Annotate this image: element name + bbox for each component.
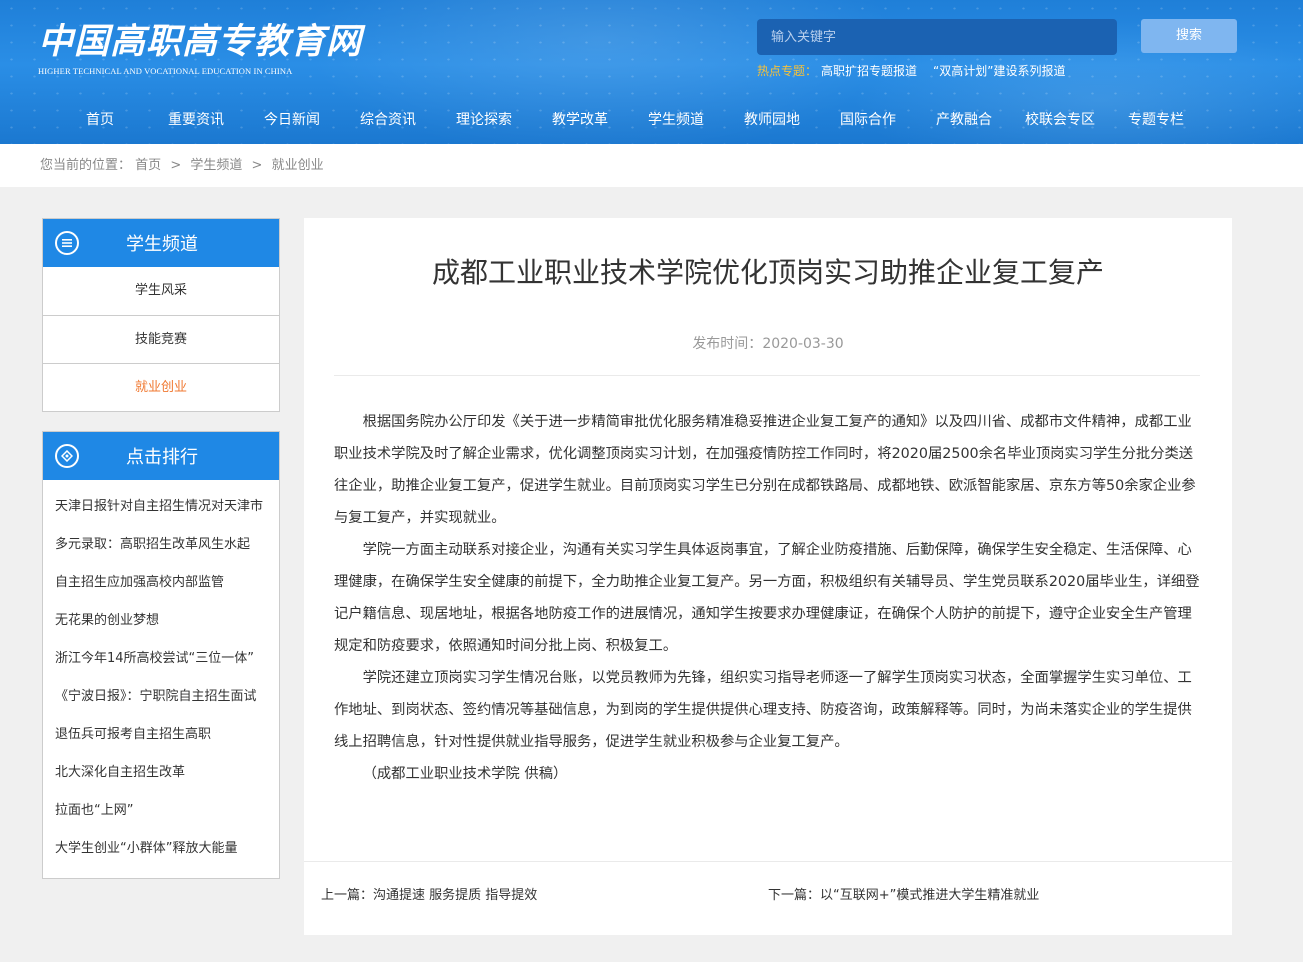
channel-panel-header: 学生频道	[43, 219, 279, 267]
ranking-item[interactable]: 北大深化自主招生改革	[43, 754, 265, 792]
nav-item-teachers[interactable]: 教师园地	[724, 104, 820, 136]
nav-item-important-news[interactable]: 重要资讯	[148, 104, 244, 136]
ranking-item[interactable]: 退伍兵可报考自主招生高职	[43, 716, 265, 754]
nav-item-theory[interactable]: 理论探索	[436, 104, 532, 136]
ranking-item[interactable]: 浙江今年14所高校尝试“三位一体”	[43, 640, 265, 678]
prev-article: 上一篇：沟通提速 服务提质 指导提效	[321, 884, 537, 903]
breadcrumb: 您当前的位置： 首页 > 学生频道 > 就业创业	[40, 144, 324, 187]
publish-date: 2020-03-30	[762, 336, 844, 352]
nav-item-industry[interactable]: 产教融合	[916, 104, 1012, 136]
article-panel: 成都工业职业技术学院优化顶岗实习助推企业复工复产 发布时间：2020-03-30…	[304, 218, 1232, 935]
ranking-item[interactable]: 拉面也“上网”	[43, 792, 265, 830]
nav-item-general-news[interactable]: 综合资讯	[340, 104, 436, 136]
ranking-panel-title: 点击排行	[126, 447, 198, 468]
search-button[interactable]: 搜索	[1141, 19, 1237, 53]
nav-item-international[interactable]: 国际合作	[820, 104, 916, 136]
search-input[interactable]	[757, 19, 1117, 55]
nav-item-today-news[interactable]: 今日新闻	[244, 104, 340, 136]
ranking-item[interactable]: 天津日报针对自主招生情况对天津市	[43, 488, 265, 526]
breadcrumb-separator: >	[251, 158, 263, 173]
main-nav: 首页 重要资讯 今日新闻 综合资讯 理论探索 教学改革 学生频道 教师园地 国际…	[52, 104, 1204, 136]
nav-item-students[interactable]: 学生频道	[628, 104, 724, 136]
logo-english: HIGHER TECHNICAL AND VOCATIONAL EDUCATIO…	[38, 66, 293, 76]
hot-topic-link[interactable]: 高职扩招专题报道	[821, 64, 917, 78]
channel-item-skills-competition[interactable]: 技能竞赛	[43, 315, 279, 363]
hot-topics: 热点专题： 高职扩招专题报道 “双高计划”建设系列报道	[757, 62, 1065, 79]
article-source: （成都工业职业技术学院 供稿）	[362, 766, 568, 782]
breadcrumb-separator: >	[170, 158, 182, 173]
ranking-item[interactable]: 《宁波日报》：宁职院自主招生面试	[43, 678, 265, 716]
channel-panel-title: 学生频道	[126, 234, 198, 255]
article-paragraph: 根据国务院办公厅印发《关于进一步精简审批优化服务精准稳妥推进企业复工复产的通知》…	[334, 414, 1196, 526]
prev-article-label: 上一篇：	[321, 888, 374, 903]
article-body: 根据国务院办公厅印发《关于进一步精简审批优化服务精准稳妥推进企业复工复产的通知》…	[334, 406, 1204, 790]
channel-item-student-style[interactable]: 学生风采	[43, 267, 279, 315]
ranking-list: 天津日报针对自主招生情况对天津市 多元录取：高职招生改革风生水起 自主招生应加强…	[43, 480, 279, 878]
divider	[304, 861, 1232, 862]
breadcrumb-prefix: 您当前的位置：	[40, 158, 132, 173]
hot-topic-link[interactable]: “双高计划”建设系列报道	[933, 64, 1065, 78]
ranking-panel-header: 点击排行	[43, 432, 279, 480]
search-box	[757, 19, 1117, 55]
ranking-item[interactable]: 无花果的创业梦想	[43, 602, 265, 640]
next-article-label: 下一篇：	[768, 888, 821, 903]
breadcrumb-link[interactable]: 学生频道	[190, 158, 242, 173]
prev-article-link[interactable]: 沟通提速 服务提质 指导提效	[373, 888, 537, 903]
site-header: 中国高职高专教育网 HIGHER TECHNICAL AND VOCATIONA…	[0, 0, 1303, 144]
article-meta: 发布时间：2020-03-30	[304, 333, 1232, 353]
breadcrumb-link[interactable]: 首页	[135, 158, 161, 173]
divider	[334, 375, 1200, 376]
article-title: 成都工业职业技术学院优化顶岗实习助推企业复工复产	[431, 256, 1104, 289]
channel-item-employment[interactable]: 就业创业	[43, 363, 279, 411]
breadcrumb-current[interactable]: 就业创业	[272, 158, 324, 173]
nav-item-alliance[interactable]: 校联会专区	[1012, 104, 1108, 136]
nav-item-home[interactable]: 首页	[52, 104, 148, 136]
breadcrumb-bar: 您当前的位置： 首页 > 学生频道 > 就业创业	[0, 144, 1303, 187]
article-paragraph: 学院还建立顶岗实习学生情况台账，以党员教师为先锋，组织实习指导老师逐一了解学生顶…	[334, 670, 1192, 750]
site-logo[interactable]: 中国高职高专教育网 HIGHER TECHNICAL AND VOCATIONA…	[38, 21, 363, 82]
nav-item-teaching-reform[interactable]: 教学改革	[532, 104, 628, 136]
publish-date-label: 发布时间：	[692, 336, 763, 352]
next-article: 下一篇：以“互联网+”模式推进大学生精准就业	[768, 884, 1039, 903]
channel-panel: 学生频道 学生风采 技能竞赛 就业创业	[42, 218, 280, 412]
article-paragraph: 学院一方面主动联系对接企业，沟通有关实习学生具体返岗事宜，了解企业防疫措施、后勤…	[334, 542, 1200, 654]
nav-item-special[interactable]: 专题专栏	[1108, 104, 1204, 136]
ranking-item[interactable]: 多元录取：高职招生改革风生水起	[43, 526, 265, 564]
ranking-item[interactable]: 自主招生应加强高校内部监管	[43, 564, 265, 602]
next-article-link[interactable]: 以“互联网+”模式推进大学生精准就业	[820, 888, 1039, 903]
ranking-panel: 点击排行 天津日报针对自主招生情况对天津市 多元录取：高职招生改革风生水起 自主…	[42, 431, 280, 879]
ranking-item[interactable]: 大学生创业“小群体”释放大能量	[43, 830, 265, 868]
logo-chinese: 中国高职高专教育网	[38, 21, 363, 62]
hot-topics-label: 热点专题：	[757, 64, 818, 78]
